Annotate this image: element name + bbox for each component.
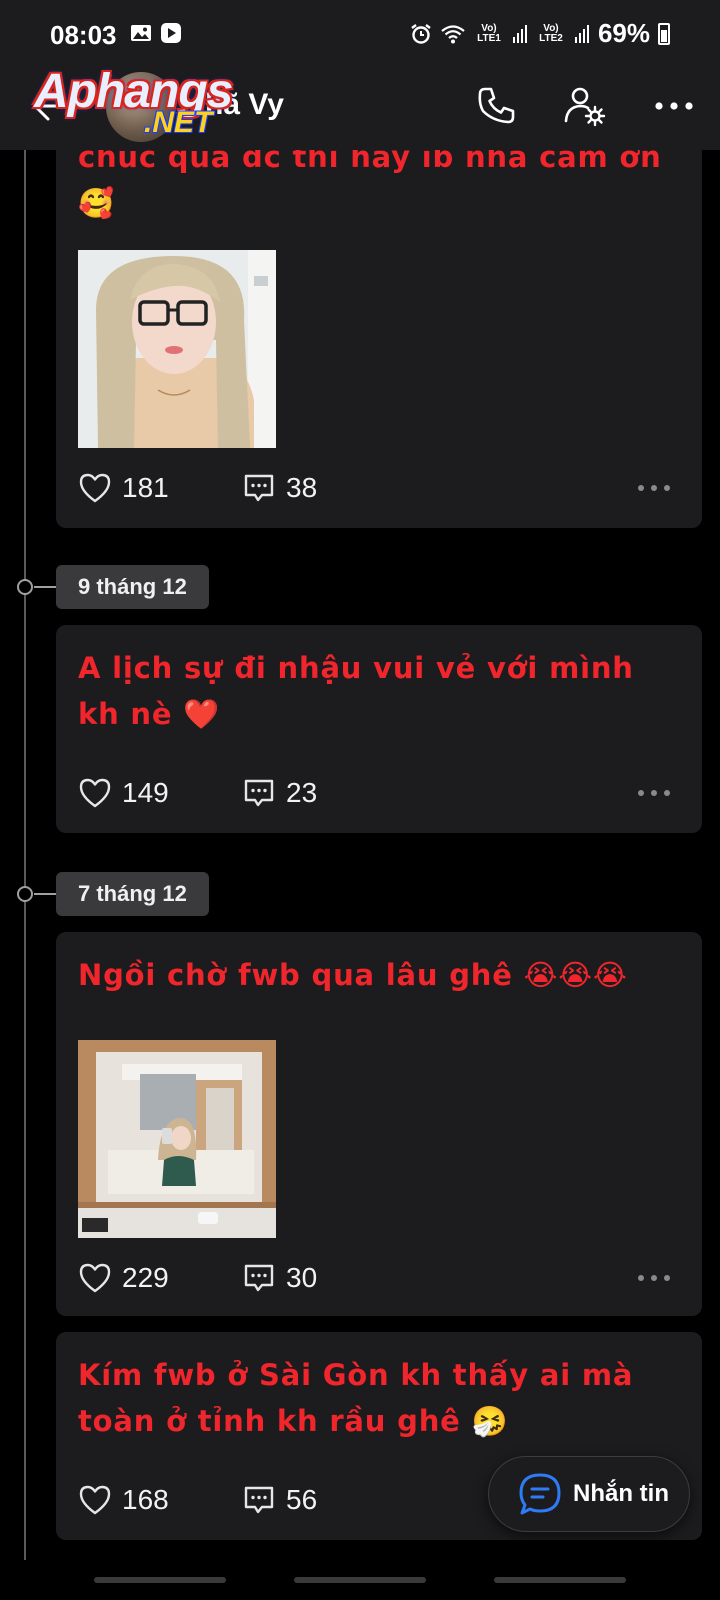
profile-name[interactable]: hã Vy: [205, 88, 284, 122]
system-nav-bar: [0, 1560, 720, 1600]
gallery-icon: [131, 25, 151, 41]
comment-button[interactable]: 30: [242, 1261, 317, 1295]
comment-icon: [244, 1486, 274, 1514]
user-settings-icon[interactable]: [563, 84, 607, 128]
status-time: 08:03: [50, 20, 117, 50]
signal-icon: [574, 24, 589, 43]
message-button-label: Nhắn tin: [573, 1480, 669, 1507]
post-actions: 149 23: [78, 771, 672, 815]
comment-count: 56: [286, 1484, 318, 1515]
timeline-line: [24, 150, 26, 1560]
back-arrow-icon[interactable]: [30, 86, 70, 126]
date-label: 9 tháng 12: [56, 565, 209, 609]
comment-button[interactable]: 23: [242, 776, 317, 810]
like-count: 229: [122, 1262, 169, 1293]
nav-recents-button[interactable]: [94, 1577, 226, 1583]
phone-icon[interactable]: [474, 84, 518, 128]
post-photo[interactable]: [78, 1040, 276, 1238]
timeline-connector: [34, 893, 56, 895]
date-label: 7 tháng 12: [56, 872, 209, 916]
comment-count: 38: [286, 472, 318, 503]
post-text: Kím fwb ở Sài Gòn kh thấy ai mà toàn ở t…: [78, 1358, 634, 1438]
timeline-dot: [17, 886, 33, 902]
battery-percent: 69%: [597, 18, 650, 48]
mirror-selfie-image: [78, 1040, 276, 1238]
nav-home-button[interactable]: [294, 1577, 426, 1583]
more-dots-icon[interactable]: [636, 1272, 672, 1284]
wifi-icon: [441, 24, 465, 43]
like-count: 181: [122, 472, 169, 503]
like-button[interactable]: 181: [78, 471, 242, 505]
post-text: A lịch sự đi nhậu vui vẻ với mình kh nè …: [78, 651, 634, 731]
comment-icon: [244, 1264, 274, 1292]
comment-icon: [244, 779, 274, 807]
comment-button[interactable]: 38: [242, 471, 317, 505]
battery-icon: [658, 22, 670, 45]
comment-count: 23: [286, 777, 318, 808]
heart-icon: [79, 473, 111, 503]
post-actions: 229 30: [78, 1256, 672, 1300]
heart-icon: [79, 1263, 111, 1293]
post-text: Ngồi chờ fwb qua lâu ghê 😭😭😭: [78, 958, 628, 992]
post-card[interactable]: Ngồi chờ fwb qua lâu ghê 😭😭😭 229 30: [56, 932, 702, 1316]
like-button[interactable]: 229: [78, 1261, 242, 1295]
signal-icon: [512, 24, 527, 43]
like-button[interactable]: 149: [78, 776, 242, 810]
message-button[interactable]: Nhắn tin: [488, 1456, 690, 1532]
comment-icon: [244, 474, 274, 502]
like-button[interactable]: 168: [78, 1483, 242, 1517]
sim2-label: Vo) LTE2: [539, 22, 563, 44]
post-card[interactable]: chúc quà dc thì hay ib nhà cảm ơn 🥰 181 …: [56, 126, 702, 528]
play-icon: [161, 23, 181, 43]
sim1-label: Vo) LTE1: [477, 22, 501, 44]
heart-icon: [79, 1485, 111, 1515]
status-left-icons: [130, 22, 182, 44]
like-count: 168: [122, 1484, 169, 1515]
more-dots-icon[interactable]: [652, 84, 696, 128]
status-right: Vo) LTE1 Vo) LTE2 69%: [410, 18, 670, 49]
heart-icon: [79, 778, 111, 808]
comment-count: 30: [286, 1262, 318, 1293]
post-photo[interactable]: [78, 250, 276, 448]
more-dots-icon[interactable]: [636, 482, 672, 494]
selfie-photo-image: [78, 250, 276, 448]
like-count: 149: [122, 777, 169, 808]
avatar[interactable]: [106, 72, 176, 142]
app-root: 08:03 Vo) LTE1 Vo) LTE2 69% hã Vy Aphang…: [0, 0, 720, 1600]
timeline-connector: [34, 586, 56, 588]
status-bar: 08:03 Vo) LTE1 Vo) LTE2 69%: [0, 0, 720, 62]
post-actions: 181 38: [78, 466, 672, 510]
alarm-icon: [411, 23, 431, 44]
nav-back-button[interactable]: [494, 1577, 626, 1583]
chat-bubble-icon: [519, 1473, 561, 1515]
app-header: hã Vy Aphangs .NET: [0, 62, 720, 150]
post-card[interactable]: A lịch sự đi nhậu vui vẻ với mình kh nè …: [56, 625, 702, 833]
more-dots-icon[interactable]: [636, 787, 672, 799]
timeline-dot: [17, 579, 33, 595]
comment-button[interactable]: 56: [242, 1483, 317, 1517]
